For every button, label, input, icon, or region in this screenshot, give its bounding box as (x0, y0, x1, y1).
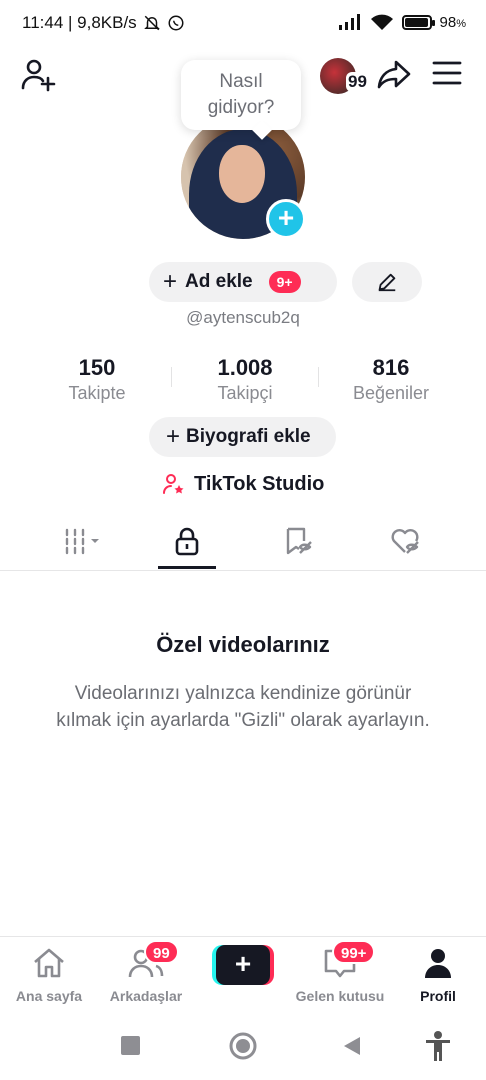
stat-following[interactable]: 150 Takipte (27, 355, 167, 404)
stat-followers[interactable]: 1.008 Takipçi (175, 355, 315, 404)
battery-percent: 98% (439, 13, 466, 31)
plus-icon: + (163, 268, 178, 295)
create-button[interactable]: + (212, 945, 274, 985)
stat-divider (171, 367, 172, 387)
add-bio-label: Biyografi ekle (186, 426, 311, 447)
accessibility-icon[interactable] (424, 1030, 452, 1062)
studio-label: TikTok Studio (194, 472, 325, 495)
system-nav-bar (0, 1010, 486, 1080)
bubble-line2: gidiyor? (207, 97, 275, 118)
active-tab-indicator (158, 566, 216, 569)
stat-value: 150 (78, 355, 116, 380)
add-name-button[interactable]: + Ad ekle 9+ (149, 262, 337, 302)
add-name-label: Ad ekle (185, 271, 253, 292)
studio-person-star-icon (163, 474, 184, 494)
stat-likes[interactable]: 816 Beğeniler (321, 355, 461, 404)
stat-label: Takipçi (217, 383, 273, 403)
empty-state-title: Özel videolarınız (156, 632, 330, 657)
grid-dropdown-icon (65, 528, 99, 555)
battery-fill (404, 17, 429, 27)
empty-state-description: Videolarınızı yalnızca kendinize görünür… (56, 683, 430, 731)
nav-profile-label: Profil (420, 988, 456, 1004)
nav-home[interactable]: Ana sayfa (3, 947, 95, 1004)
inbox-badge: 99+ (332, 940, 376, 964)
tab-videos[interactable] (53, 524, 113, 558)
profile-stats: 150 Takipte 1.008 Takipçi 816 Beğeniler (0, 355, 486, 405)
status-bar: 11:44 | 9,8KB/s 98% (0, 0, 486, 48)
stat-value: 816 (372, 355, 410, 380)
nav-friends-label: Arkadaşlar (109, 988, 183, 1004)
home-system-button[interactable] (229, 1032, 257, 1060)
signal-icon (338, 14, 360, 30)
nav-profile[interactable]: Profil (392, 947, 484, 1004)
status-left: 11:44 | 9,8KB/s (22, 13, 185, 33)
battery-icon (401, 14, 435, 30)
tab-private[interactable] (157, 524, 217, 558)
share-icon[interactable] (376, 56, 412, 92)
tiktok-studio-link[interactable]: TikTok Studio (162, 471, 324, 497)
pencil-icon (378, 273, 396, 292)
nav-home-label: Ana sayfa (15, 988, 83, 1004)
create-plus-icon: + (216, 945, 270, 985)
heart-hidden-icon (391, 529, 419, 554)
recents-button[interactable] (121, 1036, 140, 1055)
tab-liked[interactable] (376, 524, 436, 558)
add-story-plus-icon[interactable]: + (266, 199, 306, 239)
profile-icon (425, 949, 451, 978)
add-name-badge: 9+ (268, 271, 301, 293)
status-time: 11:44 | 9,8KB/s (22, 13, 137, 32)
menu-icon[interactable] (432, 60, 462, 86)
friends-badge: 99 (144, 940, 179, 964)
story-count: 99 (346, 72, 369, 92)
stat-label: Beğeniler (352, 383, 430, 403)
add-bio-button[interactable]: + Biyografi ekle (149, 417, 336, 457)
stat-divider (318, 367, 319, 387)
stat-label: Takipte (68, 383, 126, 403)
home-icon (34, 948, 64, 978)
stat-value: 1.008 (217, 355, 273, 380)
username-handle: @aytenscub2q (186, 308, 300, 327)
bubble-line1: Nasıl (219, 71, 263, 92)
tab-saved[interactable] (269, 524, 329, 558)
bookmark-hidden-icon (286, 527, 312, 555)
plus-icon: + (166, 423, 181, 450)
bell-muted-icon (143, 15, 160, 31)
back-button[interactable] (342, 1035, 362, 1057)
add-friend-icon[interactable] (20, 56, 58, 94)
status-right: 98% (338, 13, 466, 31)
lock-icon (175, 527, 199, 556)
bottom-nav: Ana sayfa Arkadaşlar 99 + Gelen kutusu 9… (0, 936, 486, 1010)
content-tabs (0, 516, 486, 571)
status-bubble[interactable]: Nasıl gidiyor? (181, 60, 301, 130)
wifi-icon (370, 14, 393, 30)
whatsapp-icon (168, 15, 184, 31)
nav-inbox-label: Gelen kutusu (295, 988, 385, 1004)
edit-profile-button[interactable] (352, 262, 422, 302)
